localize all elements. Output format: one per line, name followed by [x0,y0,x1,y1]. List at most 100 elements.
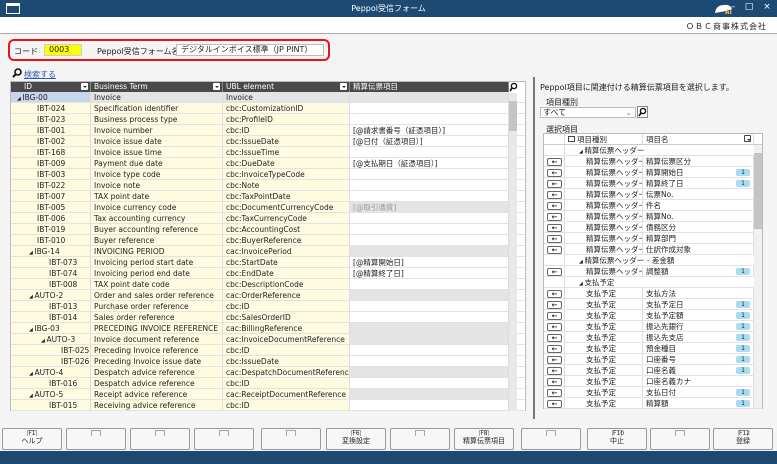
list-item[interactable]: ← 精算伝票ヘッダー 件名 [544,200,762,211]
table-row[interactable]: ◢ AUTO-3 Invoice document reference cac:In… [11,334,525,345]
filter-dropdown-icon[interactable] [744,135,751,142]
item-type-select[interactable]: すべて ⌄ [540,107,636,118]
grid-scrollbar[interactable] [509,93,517,411]
list-item[interactable]: ← 支払予定 支払予定日 1 [544,299,762,310]
group-row[interactable]: ◢ 精算伝票ヘッダー [544,145,762,156]
table-row[interactable]: IBT-015 Receiving advice reference cbc:ID [11,400,525,411]
table-row[interactable]: IBT-009 Payment due date cbc:DueDate [@支払期日… [11,158,525,169]
grid-search-icon[interactable] [509,82,525,92]
mapping-value[interactable] [350,213,509,223]
mapping-value[interactable] [350,378,509,388]
function-key-empty[interactable] [521,428,581,450]
assign-arrow-button[interactable]: ← [547,180,562,188]
table-row[interactable]: IBT-019 Buyer accounting reference cbc:Acc… [11,224,525,235]
group-row[interactable]: ◢ 支払予定 [544,277,762,288]
mapping-value[interactable]: [@支払期日（証憑項目）] [350,158,509,168]
table-row[interactable]: IBT-013 Purchase order reference cbc:ID [11,301,525,312]
table-row[interactable]: ◢ IBG-03 PRECEDING INVOICE REFERENCE cac:B… [11,323,525,334]
search-link[interactable]: 検索する [24,69,56,80]
table-row[interactable]: IBT-026 Preceding Invoice issue date cbc:I… [11,356,525,367]
list-item[interactable]: ← 精算伝票ヘッダー 精算部門 [544,233,762,244]
list-item[interactable]: ← 支払予定 支払方法 [544,288,762,299]
filter-dropdown-icon[interactable] [340,83,347,90]
table-row[interactable]: IBT-025 Preceding Invoice reference cbc:ID [11,345,525,356]
close-button[interactable]: × [760,2,774,12]
mapping-value[interactable] [350,103,509,113]
item-type-search-button[interactable] [637,106,648,118]
list-item[interactable]: ← 精算伝票ヘッダー 精算終了日 1 [544,178,762,189]
column-header-item-name[interactable]: 項目名 [643,134,754,144]
assign-arrow-button[interactable]: ← [547,356,562,364]
table-row[interactable]: IBT-168 Invoice issue time cbc:IssueTime [11,147,525,158]
scrollbar-thumb[interactable] [754,153,762,229]
scrollbar-thumb[interactable] [509,101,517,131]
table-row[interactable]: IBT-023 Business process type cbc:ProfileI… [11,114,525,125]
assign-arrow-button[interactable]: ← [547,367,562,375]
mapping-value[interactable]: [@取引通貨] [350,202,509,212]
table-row[interactable]: IBT-006 Tax accounting currency cbc:TaxCur… [11,213,525,224]
table-row[interactable]: IBT-008 TAX point date code cbc:Descriptio… [11,279,525,290]
list-item[interactable]: ← 支払予定 精算額 1 [544,398,762,409]
mapping-value[interactable] [350,246,509,256]
assign-arrow-button[interactable]: ← [547,400,562,408]
table-row[interactable]: IBT-073 Invoicing period start date cbc:St… [11,257,525,268]
assign-arrow-button[interactable]: ← [547,224,562,232]
mapping-value[interactable] [350,92,509,102]
function-key-f8[interactable]: F8 精算伝票項目 [454,428,514,450]
assign-arrow-button[interactable]: ← [547,246,562,254]
column-header-ubl-element[interactable]: UBL element [223,82,350,92]
assign-arrow-button[interactable]: ← [547,213,562,221]
mapping-value[interactable]: [@日付（証憑項目）] [350,136,509,146]
list-item[interactable]: ← 支払予定 口座名義 1 [544,365,762,376]
list-item[interactable]: ← 精算伝票ヘッダー 調整額 1 [544,266,762,277]
function-key-f1[interactable]: F1 ヘルプ [2,428,62,450]
form-name-field[interactable]: デジタルインボイス標準（JP PINT） [176,44,324,56]
table-row[interactable]: IBT-007 TAX point date cbc:TaxPointDate [11,191,525,202]
column-header-business-term[interactable]: Business Term [91,82,223,92]
mapping-value[interactable]: [@精算終了日] [350,268,509,278]
mapping-value[interactable] [350,191,509,201]
mapping-value[interactable] [350,114,509,124]
function-key-empty[interactable] [130,428,190,450]
assign-arrow-button[interactable]: ← [547,312,562,320]
group-row[interactable]: ◢ 精算伝票ヘッダー - 差金額 [544,255,762,266]
mapping-value[interactable] [350,389,509,399]
assign-arrow-button[interactable]: ← [547,378,562,386]
list-item[interactable]: ← 精算伝票ヘッダー 仕訳作成対象 [544,244,762,255]
list-item[interactable]: ← 支払予定 口座名義カナ [544,376,762,387]
column-header-item-type[interactable]: 項目種別 [565,134,643,144]
table-row[interactable]: ◢ AUTO-5 Receipt advice reference cac:Rece… [11,389,525,400]
mapping-value[interactable] [350,312,509,322]
list-item[interactable]: ← 支払予定 預金種目 1 [544,343,762,354]
table-row[interactable]: IBT-005 Invoice currency code cbc:Document… [11,202,525,213]
table-row[interactable]: IBT-024 Specification identifier cbc:Custo… [11,103,525,114]
mapping-value[interactable] [350,323,509,333]
mapping-value[interactable] [350,301,509,311]
table-row[interactable]: ◢ IBG-14 INVOICING PERIOD cac:InvoicePerio… [11,246,525,257]
assign-arrow-button[interactable]: ← [547,158,562,166]
function-key-empty[interactable] [66,428,126,450]
assign-arrow-button[interactable]: ← [547,169,562,177]
list-item[interactable]: ← 支払予定 振込先支店 1 [544,332,762,343]
list-item[interactable]: ← 精算伝票ヘッダー 精算開始日 1 [544,167,762,178]
assign-arrow-button[interactable]: ← [547,301,562,309]
list-item[interactable]: ← 支払予定 振込先銀行 1 [544,321,762,332]
column-header-id[interactable]: ID [11,82,91,92]
list-item[interactable]: ← 精算伝票ヘッダー 債務区分 [544,222,762,233]
item-list-scrollbar[interactable] [754,145,762,408]
assign-arrow-button[interactable]: ← [547,345,562,353]
assign-arrow-button[interactable]: ← [547,268,562,276]
list-item[interactable]: ← 精算伝票ヘッダー 精算No. [544,211,762,222]
list-item[interactable]: ← 支払予定 口座番号 1 [544,354,762,365]
list-item[interactable]: ← 精算伝票ヘッダー 精算伝票区分 [544,156,762,167]
assign-arrow-button[interactable]: ← [547,334,562,342]
maximize-button[interactable]: □ [742,2,756,12]
table-row[interactable]: IBT-016 Despatch advice reference cbc:ID [11,378,525,389]
minimize-button[interactable]: – [726,2,740,12]
table-row[interactable]: ◢ AUTO-2 Order and sales order reference c… [11,290,525,301]
table-row[interactable]: IBT-002 Invoice issue date cbc:IssueDate [@… [11,136,525,147]
function-key-f6[interactable]: F6 変換設定 [326,428,386,450]
table-row[interactable]: IBT-014 Sales order reference cbc:SalesOrd… [11,312,525,323]
function-key-f12[interactable]: F12 登録 [713,428,773,450]
assign-arrow-button[interactable]: ← [547,323,562,331]
